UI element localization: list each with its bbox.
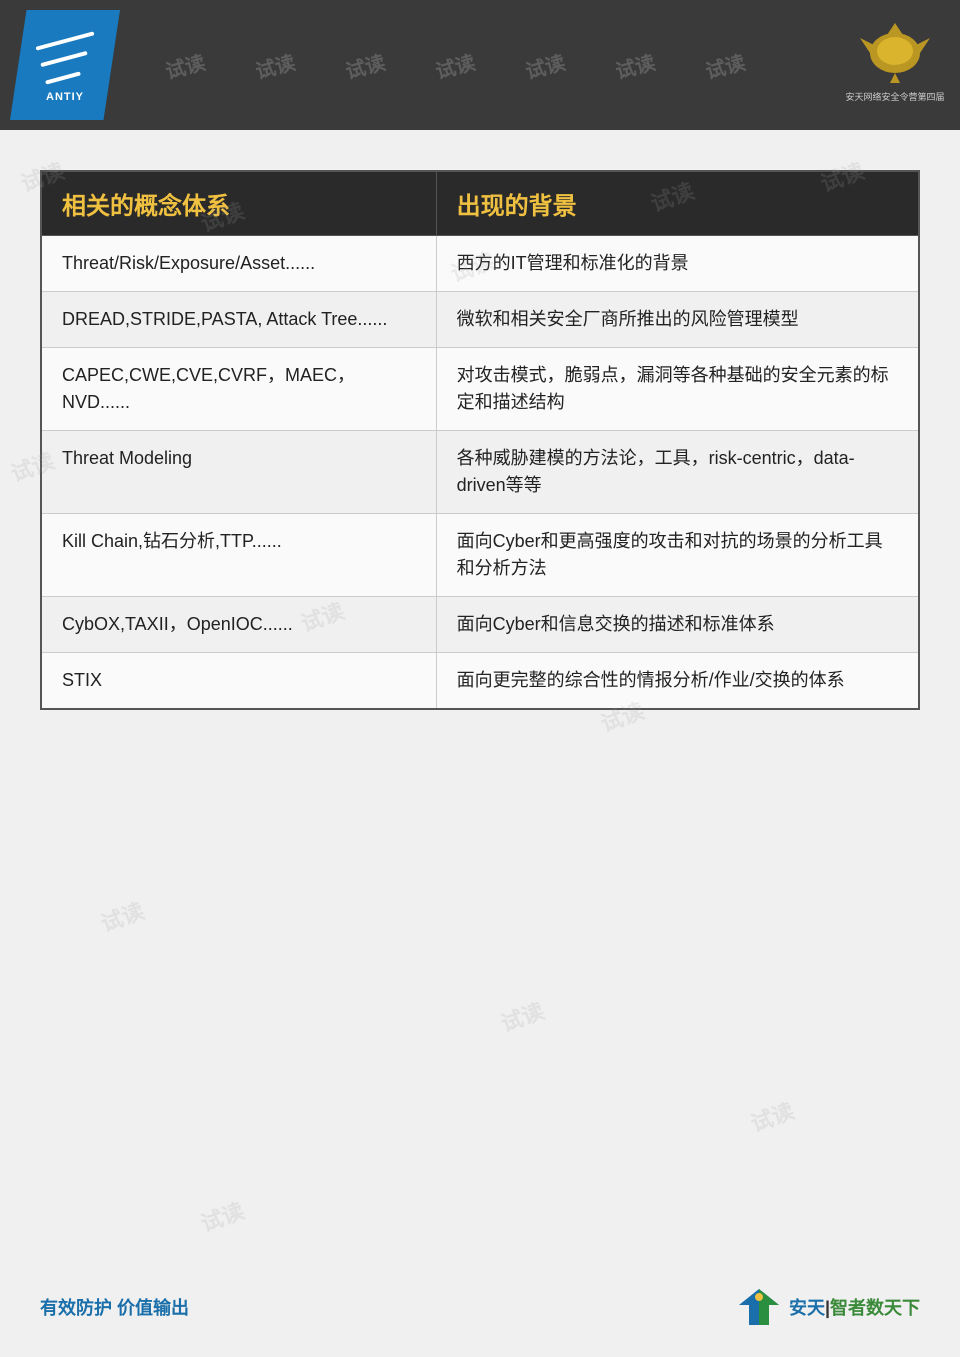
header-watermarks: 试读 试读 试读 试读 试读 试读 试读 — [120, 51, 960, 80]
table-cell-left-3: Threat Modeling — [41, 431, 436, 514]
col2-header: 出现的背景 — [436, 171, 919, 236]
table-cell-left-1: DREAD,STRIDE,PASTA, Attack Tree...... — [41, 292, 436, 348]
footer-right: 安天|智者数天下 — [734, 1287, 920, 1327]
col1-header: 相关的概念体系 — [41, 171, 436, 236]
table-cell-right-0: 西方的IT管理和标准化的背景 — [436, 236, 919, 292]
table-row: CAPEC,CWE,CVE,CVRF，MAEC，NVD......对攻击模式，脆… — [41, 348, 919, 431]
footer-brand-blue: 安天 — [789, 1298, 825, 1318]
header-wm-2: 试读 — [252, 51, 298, 80]
concept-table: 相关的概念体系 出现的背景 Threat/Risk/Exposure/Asset… — [40, 170, 920, 710]
page-wm-11: 试读 — [746, 1093, 798, 1138]
header-wm-3: 试读 — [342, 51, 388, 80]
logo-line-1 — [36, 31, 95, 50]
page-wm-12: 试读 — [196, 1193, 248, 1238]
table-cell-right-4: 面向Cyber和更高强度的攻击和对抗的场景的分析工具和分析方法 — [436, 514, 919, 597]
header-wm-5: 试读 — [522, 51, 568, 80]
header-wm-1: 试读 — [162, 51, 208, 80]
table-cell-left-6: STIX — [41, 653, 436, 710]
logo: ANTIY — [10, 10, 120, 120]
table-cell-right-6: 面向更完整的综合性的情报分析/作业/交换的体系 — [436, 653, 919, 710]
table-cell-left-5: CybOX,TAXII，OpenIOC...... — [41, 597, 436, 653]
header: ANTIY 试读 试读 试读 试读 试读 试读 试读 安天网络安全令营第四届 — [0, 0, 960, 130]
table-row: CybOX,TAXII，OpenIOC......面向Cyber和信息交换的描述… — [41, 597, 919, 653]
footer-antiy-icon — [734, 1287, 784, 1327]
footer-brand-green: 智者数天下 — [830, 1298, 920, 1318]
table-cell-right-5: 面向Cyber和信息交换的描述和标准体系 — [436, 597, 919, 653]
logo-text: ANTIY — [46, 91, 84, 103]
page-wm-10: 试读 — [496, 993, 548, 1038]
header-wm-4: 试读 — [432, 51, 478, 80]
table-cell-left-4: Kill Chain,钻石分析,TTP...... — [41, 514, 436, 597]
main-content: 相关的概念体系 出现的背景 Threat/Risk/Exposure/Asset… — [0, 130, 960, 730]
table-cell-right-1: 微软和相关安全厂商所推出的风险管理模型 — [436, 292, 919, 348]
footer-left-text: 有效防护 价值输出 — [40, 1294, 189, 1320]
footer: 有效防护 价值输出 安天|智者数天下 — [0, 1287, 960, 1327]
table-cell-left-2: CAPEC,CWE,CVE,CVRF，MAEC，NVD...... — [41, 348, 436, 431]
header-right-text: 安天网络安全令营第四届 — [845, 90, 944, 103]
table-cell-left-0: Threat/Risk/Exposure/Asset...... — [41, 236, 436, 292]
logo-lines — [35, 32, 95, 87]
table-row: DREAD,STRIDE,PASTA, Attack Tree......微软和… — [41, 292, 919, 348]
page-wm-9: 试读 — [96, 893, 148, 938]
table-row: Threat Modeling各种威胁建模的方法论，工具，risk-centri… — [41, 431, 919, 514]
table-row: STIX面向更完整的综合性的情报分析/作业/交换的体系 — [41, 653, 919, 710]
table-cell-right-3: 各种威胁建模的方法论，工具，risk-centric，data-driven等等 — [436, 431, 919, 514]
table-row: Threat/Risk/Exposure/Asset......西方的IT管理和… — [41, 236, 919, 292]
header-right-logo: 安天网络安全令营第四届 — [845, 10, 945, 110]
header-wm-6: 试读 — [612, 51, 658, 80]
footer-brand: 安天|智者数天下 — [789, 1294, 920, 1320]
logo-line-3 — [45, 71, 81, 84]
table-row: Kill Chain,钻石分析,TTP......面向Cyber和更高强度的攻击… — [41, 514, 919, 597]
table-cell-right-2: 对攻击模式，脆弱点，漏洞等各种基础的安全元素的标定和描述结构 — [436, 348, 919, 431]
header-wm-7: 试读 — [702, 51, 748, 80]
antiy-eagle-icon — [855, 18, 935, 88]
logo-line-2 — [40, 51, 87, 67]
